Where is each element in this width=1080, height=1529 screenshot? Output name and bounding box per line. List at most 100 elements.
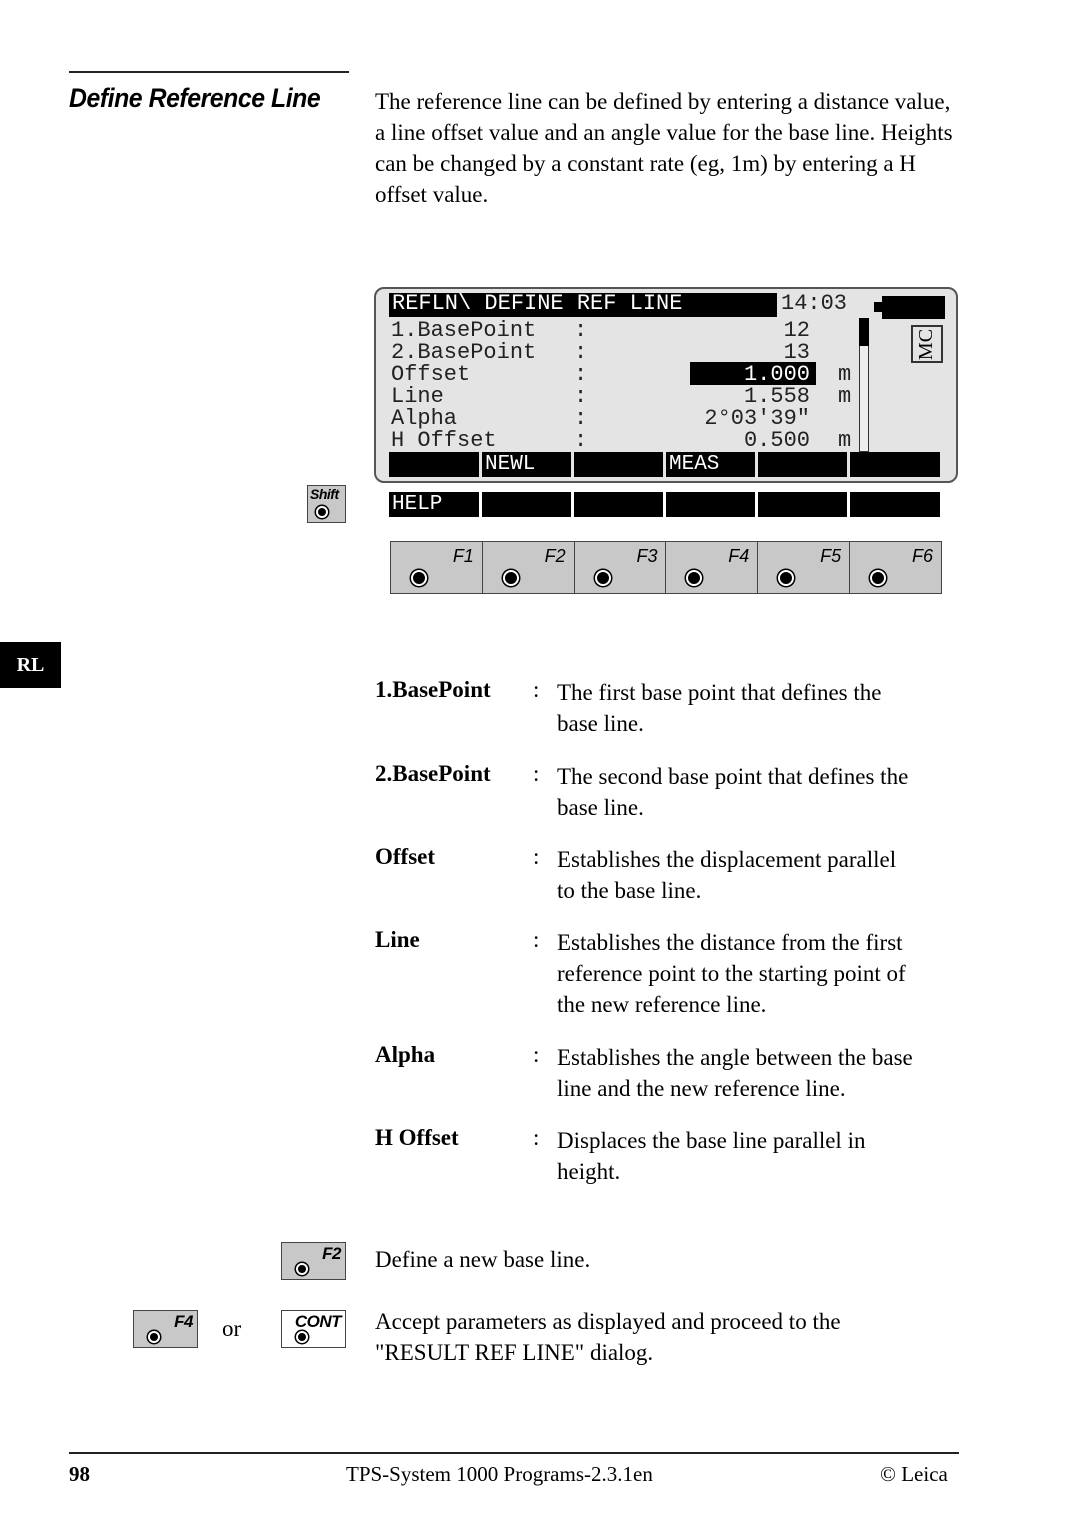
softkey-3[interactable] bbox=[574, 452, 663, 477]
key-indicator-icon bbox=[148, 1331, 160, 1343]
f4-key[interactable]: F4 bbox=[133, 1310, 198, 1348]
field-colon: : bbox=[574, 340, 588, 365]
shift-softkey-4[interactable] bbox=[666, 492, 755, 517]
field-colon: : bbox=[574, 428, 588, 453]
definition-colon: : bbox=[533, 677, 540, 702]
key-indicator-icon bbox=[502, 570, 519, 586]
field-value[interactable]: 1.000 bbox=[650, 364, 810, 386]
definition-line: Establishes the displacement parallel bbox=[557, 847, 897, 872]
field-value[interactable]: 12 bbox=[650, 320, 810, 342]
definition-line: Establishes the angle between the base bbox=[557, 1045, 913, 1070]
screen-title: REFLN\ DEFINE REF LINE bbox=[389, 293, 777, 317]
key-indicator-icon bbox=[870, 570, 887, 586]
softkey-5[interactable] bbox=[758, 452, 847, 477]
definition-term: H Offset bbox=[375, 1125, 459, 1150]
definition-colon: : bbox=[533, 844, 540, 869]
softkey-newl[interactable]: NEWL bbox=[482, 452, 571, 477]
field-value[interactable]: 13 bbox=[650, 342, 810, 364]
mode-badge: MC bbox=[911, 325, 943, 363]
shift-softkey-2[interactable] bbox=[482, 492, 571, 517]
definition-term: Offset bbox=[375, 844, 436, 869]
field-colon: : bbox=[574, 406, 588, 431]
definition-line: the new reference line. bbox=[557, 992, 767, 1017]
definition-colon: : bbox=[533, 1125, 540, 1150]
key-f5[interactable]: F5 bbox=[758, 542, 851, 593]
key-indicator-icon bbox=[411, 570, 427, 586]
field-unit: m bbox=[838, 428, 852, 453]
definition-colon: : bbox=[533, 927, 540, 952]
definition-colon: : bbox=[533, 1042, 540, 1067]
key-f6[interactable]: F6 bbox=[850, 542, 941, 593]
softkey-help[interactable]: HELP bbox=[389, 492, 479, 517]
definition-line: Establishes the distance from the first bbox=[557, 930, 903, 955]
screen-clock: 14:03 bbox=[781, 291, 848, 316]
definition-line: The second base point that defines the bbox=[557, 764, 909, 789]
definition-line: reference point to the starting point of bbox=[557, 961, 906, 986]
function-key-row: F1 F2 F3 F4 F5 F6 bbox=[390, 541, 942, 594]
field-colon: : bbox=[574, 318, 588, 343]
definition-text: Establishes the angle between the base li… bbox=[557, 1042, 967, 1104]
key-f2[interactable]: F2 bbox=[483, 542, 575, 593]
key-indicator-icon bbox=[686, 570, 703, 586]
battery-icon-nub bbox=[874, 302, 882, 312]
key-indicator-icon bbox=[296, 1331, 308, 1343]
document-id: TPS-System 1000 Programs-2.3.1en bbox=[346, 1462, 653, 1486]
key-indicator-icon bbox=[594, 570, 611, 586]
definition-colon: : bbox=[533, 761, 540, 786]
copyright: © Leica bbox=[880, 1462, 948, 1486]
field-label: H Offset bbox=[391, 428, 497, 453]
key-indicator-icon bbox=[296, 1263, 308, 1275]
field-unit: m bbox=[838, 384, 852, 409]
definition-term: 1.BasePoint bbox=[375, 677, 491, 702]
definition-text: The second base point that defines the ba… bbox=[557, 761, 967, 823]
field-label: 1.BasePoint bbox=[391, 318, 537, 343]
f2-key[interactable]: F2 bbox=[281, 1242, 346, 1280]
softkey-6[interactable] bbox=[850, 452, 940, 477]
softkey-1[interactable] bbox=[389, 452, 479, 477]
field-label: 2.BasePoint bbox=[391, 340, 537, 365]
definition-text: Establishes the displacement parallel to … bbox=[557, 844, 967, 906]
field-value[interactable]: 1.558 bbox=[650, 386, 810, 408]
definition-line: line and the new reference line. bbox=[557, 1076, 846, 1101]
softkey-bar: NEWL MEAS bbox=[389, 452, 940, 477]
shift-key[interactable]: Shift bbox=[307, 485, 346, 523]
definition-text: The first base point that defines the bas… bbox=[557, 677, 967, 739]
battery-icon bbox=[882, 296, 945, 319]
field-colon: : bbox=[574, 384, 588, 409]
definition-line: base line. bbox=[557, 711, 644, 736]
cont-description: Accept parameters as displayed and proce… bbox=[375, 1309, 841, 1365]
shift-softkey-3[interactable] bbox=[574, 492, 663, 517]
shift-softkey-5[interactable] bbox=[758, 492, 847, 517]
scrollbar-thumb[interactable] bbox=[859, 318, 869, 346]
shift-softkey-bar: HELP bbox=[389, 492, 940, 517]
chapter-tab: RL bbox=[0, 642, 61, 688]
key-indicator-icon bbox=[778, 570, 795, 586]
definition-text: Displaces the base line parallel in heigh… bbox=[557, 1125, 967, 1187]
key-indicator-icon bbox=[316, 506, 328, 518]
definition-line: The first base point that defines the bbox=[557, 680, 882, 705]
page-number: 98 bbox=[69, 1462, 90, 1486]
footer-rule bbox=[69, 1452, 959, 1454]
definition-term: Line bbox=[375, 927, 420, 952]
field-value[interactable]: 2°03'39" bbox=[650, 408, 810, 430]
definition-line: base line. bbox=[557, 795, 644, 820]
definition-term: Alpha bbox=[375, 1042, 436, 1067]
field-label: Line bbox=[391, 384, 444, 409]
definition-line: to the base line. bbox=[557, 878, 702, 903]
or-label: or bbox=[222, 1316, 242, 1341]
softkey-meas[interactable]: MEAS bbox=[666, 452, 755, 477]
f2-description: Define a new base line. bbox=[375, 1247, 591, 1272]
field-colon: : bbox=[574, 362, 588, 387]
key-f1[interactable]: F1 bbox=[391, 542, 483, 593]
field-unit: m bbox=[838, 362, 852, 387]
field-value[interactable]: 0.500 bbox=[650, 430, 810, 452]
intro-paragraph: The reference line can be defined by ent… bbox=[375, 89, 953, 207]
header-rule bbox=[69, 71, 349, 73]
key-f3[interactable]: F3 bbox=[575, 542, 667, 593]
key-f4[interactable]: F4 bbox=[666, 542, 759, 593]
cont-key[interactable]: CONT bbox=[281, 1310, 346, 1348]
shift-softkey-6[interactable] bbox=[850, 492, 940, 517]
definition-line: height. bbox=[557, 1159, 621, 1184]
definition-text: Establishes the distance from the first r… bbox=[557, 927, 967, 1020]
field-label: Offset bbox=[391, 362, 471, 387]
